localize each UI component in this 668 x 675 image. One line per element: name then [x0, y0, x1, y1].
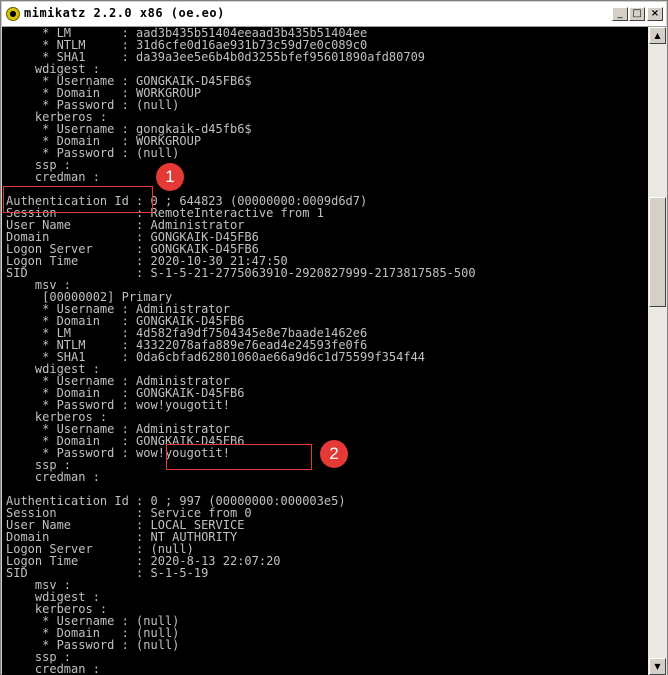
scroll-up-arrow-icon[interactable]: ▲ — [649, 27, 666, 44]
console-line: credman : — [6, 170, 100, 184]
console-line: credman : — [6, 470, 100, 484]
highlight-box-authentication-id — [3, 186, 153, 213]
close-button[interactable]: × — [647, 7, 663, 21]
console-lines: * LM : aad3b435b51404eeaad3b435b51404ee … — [6, 27, 476, 675]
minimize-button[interactable]: _ — [612, 7, 628, 21]
annotation-badge-1: 1 — [156, 163, 184, 191]
scroll-down-arrow-icon[interactable]: ▼ — [649, 658, 666, 675]
highlight-box-password — [166, 444, 312, 470]
console-line: SID : S-1-5-19 — [6, 566, 209, 580]
console-line: * Password : (null) — [6, 146, 180, 160]
title-bar[interactable]: ● mimikatz 2.2.0 x86 (oe.eo) _ □ × — [2, 2, 666, 27]
mimikatz-app-icon[interactable]: ● — [6, 7, 20, 21]
window-title: mimikatz 2.2.0 x86 (oe.eo) — [24, 6, 225, 20]
console-line: credman : — [6, 662, 100, 675]
console-output[interactable]: * LM : aad3b435b51404eeaad3b435b51404ee … — [2, 27, 648, 675]
annotation-badge-2: 2 — [320, 440, 348, 468]
console-line: SID : S-1-5-21-2775063910-2920827999-217… — [6, 266, 476, 280]
console-line: * Password : (null) — [6, 638, 180, 652]
scrollbar-thumb[interactable] — [649, 197, 666, 307]
console-window: ● mimikatz 2.2.0 x86 (oe.eo) _ □ × * LM … — [0, 0, 668, 675]
maximize-button[interactable]: □ — [629, 7, 645, 21]
vertical-scrollbar[interactable]: ▲ ▼ — [648, 27, 667, 675]
